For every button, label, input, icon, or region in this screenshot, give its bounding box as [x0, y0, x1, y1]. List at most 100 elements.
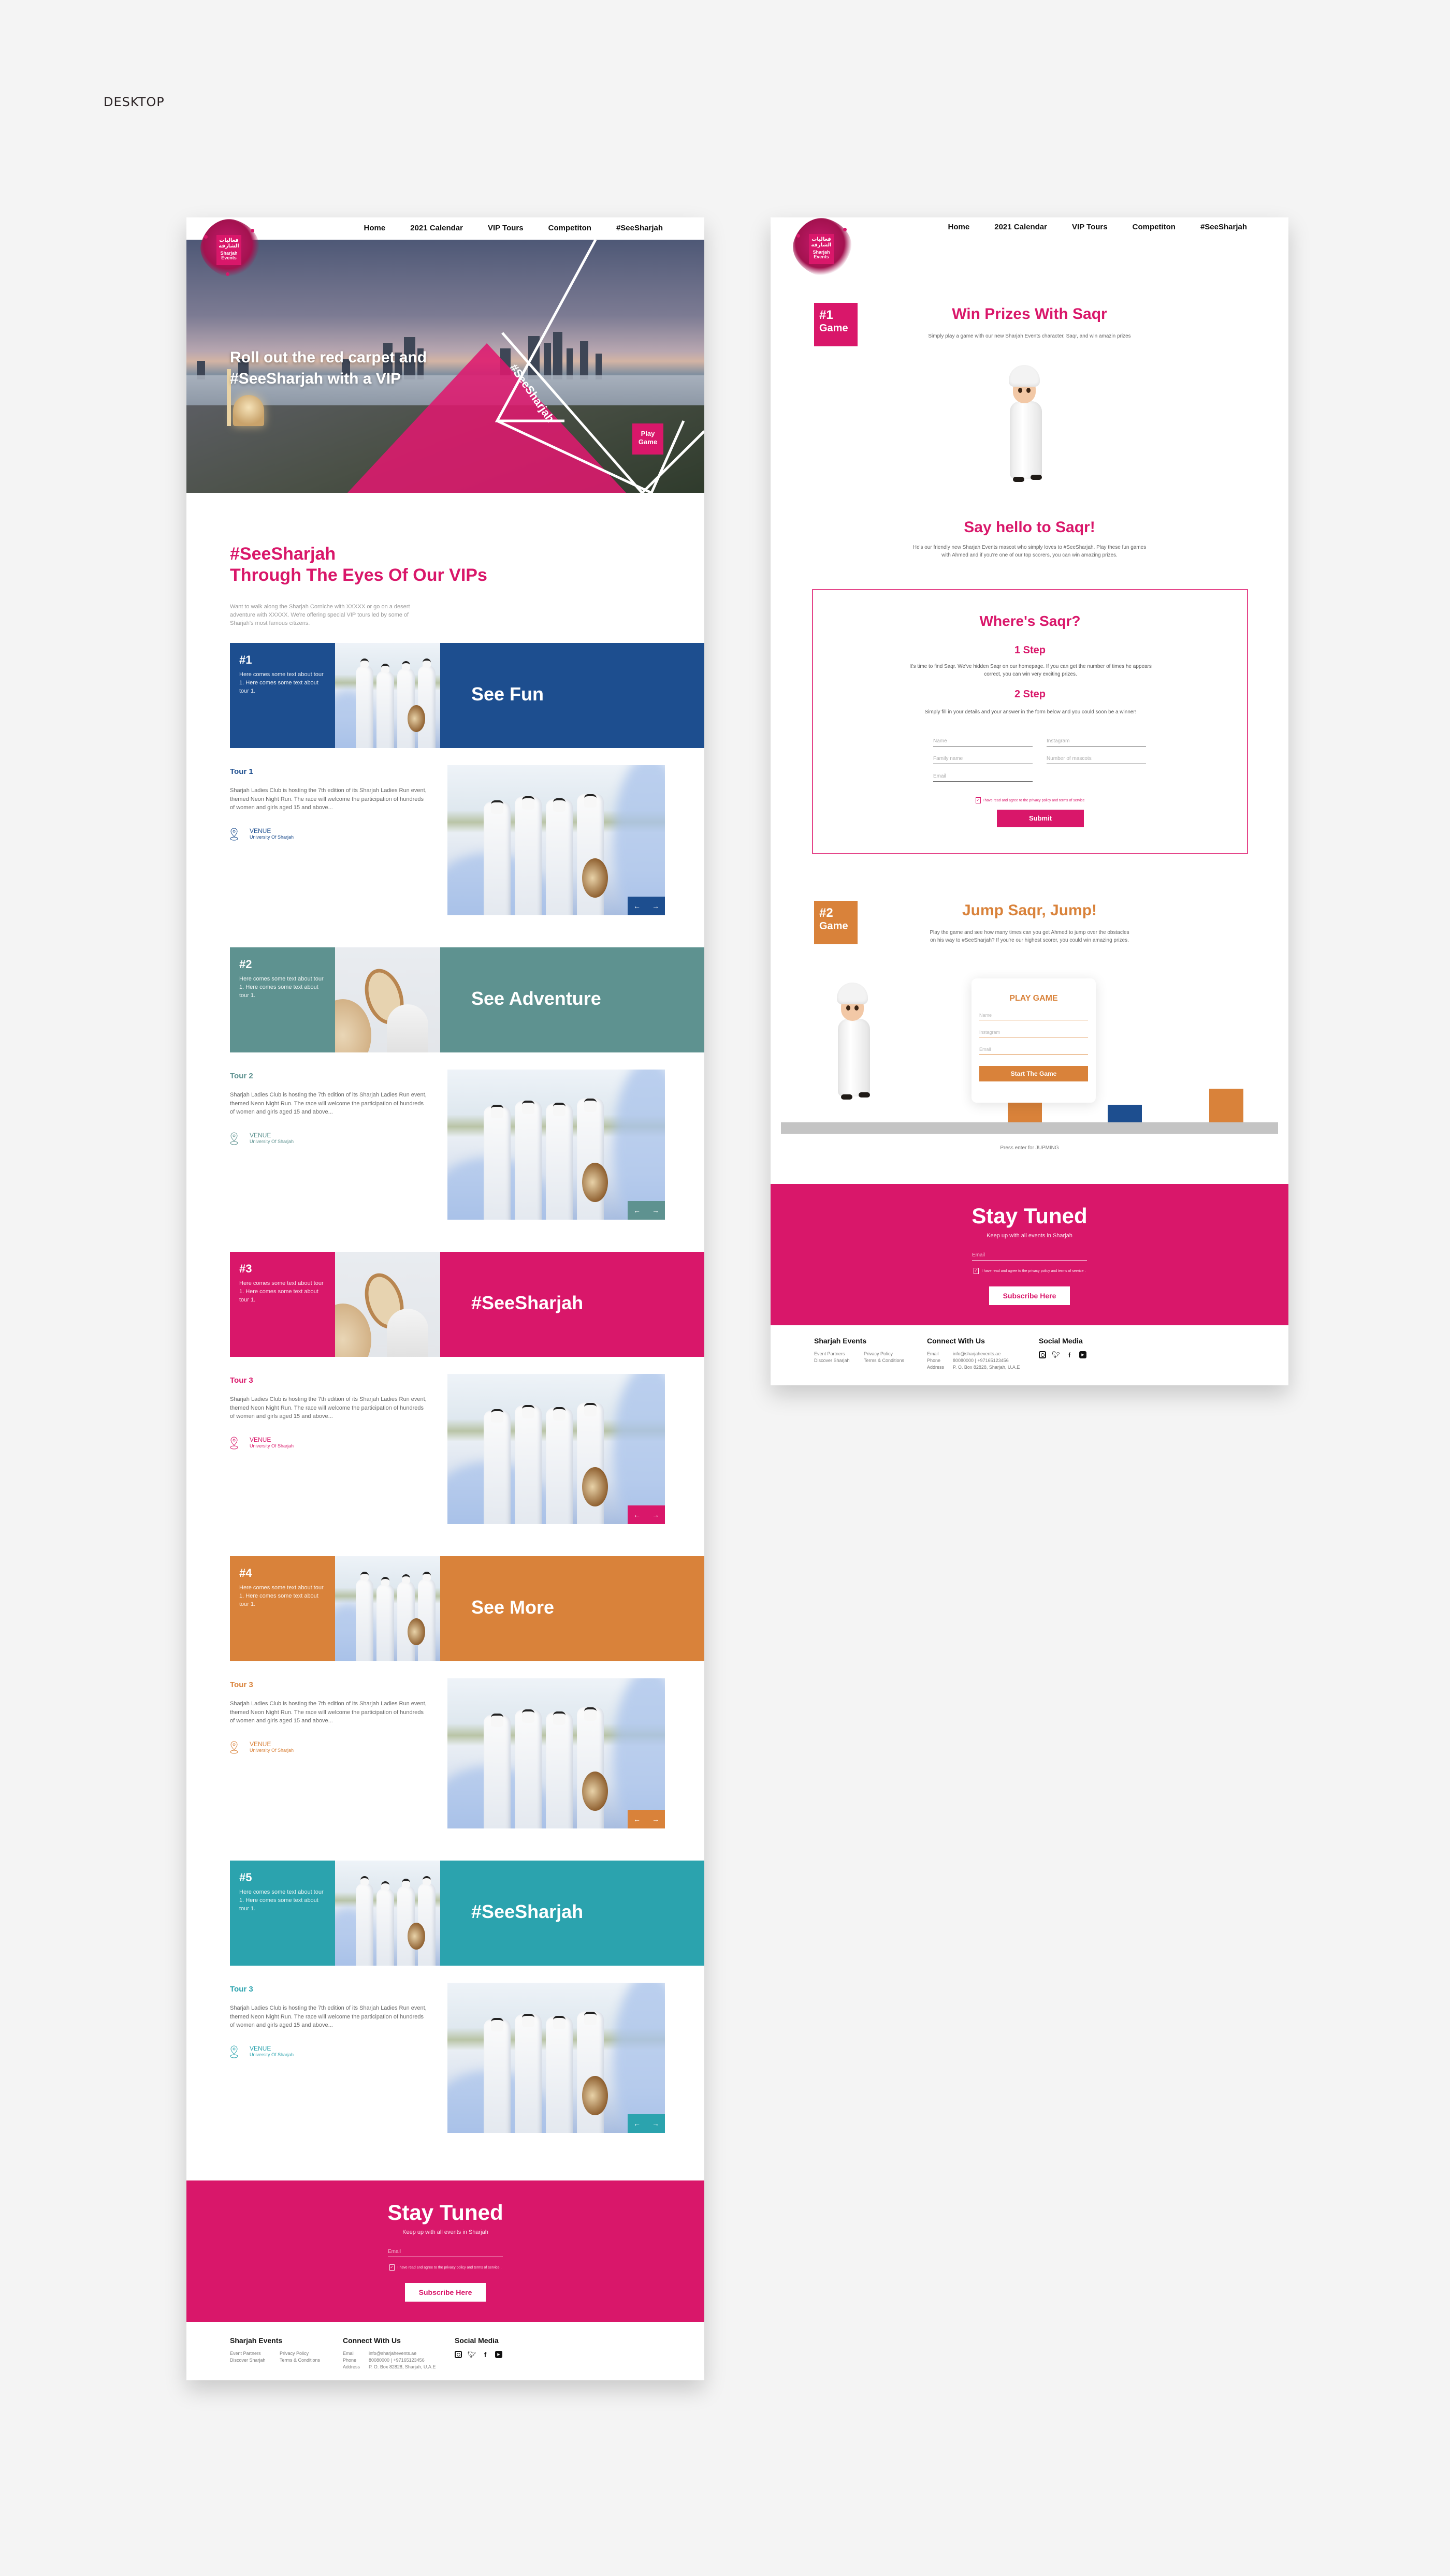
facebook-icon[interactable]: f	[482, 2351, 489, 2359]
photo-head	[553, 2016, 566, 2029]
nav-competition[interactable]: Competiton	[1133, 223, 1176, 231]
gallery-prev-arrow-icon[interactable]: ←	[633, 2119, 641, 2128]
mascot-sandal	[859, 1092, 870, 1097]
tour-banner[interactable]: #3 Here comes some text about tour 1. He…	[230, 1252, 704, 1357]
contact-email-label: Email	[343, 2351, 355, 2356]
mascot-ghutra	[1009, 365, 1040, 387]
tour-gallery: ← →	[447, 1678, 665, 1828]
contact-email-value[interactable]: info@sharjahevents.ae	[369, 2351, 462, 2356]
subscribe-email-input[interactable]	[388, 2247, 503, 2257]
twitter-icon[interactable]: 🐦︎	[468, 2350, 476, 2358]
tour-name: Tour 2	[230, 1072, 253, 1080]
step1-text: It's time to find Saqr. We've hidden Saq…	[909, 664, 1152, 677]
start-game-button[interactable]: Start The Game	[979, 1066, 1088, 1081]
submit-button[interactable]: Submit	[997, 810, 1084, 827]
gallery-prev-arrow-icon[interactable]: ←	[633, 902, 641, 910]
gallery-next-arrow-icon[interactable]: →	[652, 2119, 659, 2128]
footer-link-privacy-policy[interactable]: Privacy Policy	[864, 1351, 921, 1356]
tour-banner[interactable]: #2 Here comes some text about tour 1. He…	[230, 947, 704, 1052]
gallery-next-arrow-icon[interactable]: →	[652, 1206, 659, 1214]
sharjah-events-logo[interactable]: فعاليات الشارقة Sharjah Events	[193, 217, 266, 284]
game-email-input[interactable]	[979, 1045, 1088, 1055]
gallery-prev-arrow-icon[interactable]: ←	[633, 1511, 641, 1519]
footer-link-terms[interactable]: Terms & Conditions	[864, 1358, 921, 1363]
photo-figure	[484, 1715, 511, 1828]
mascot-ghutra	[837, 983, 868, 1004]
gallery-prev-arrow-icon[interactable]: ←	[633, 1206, 641, 1214]
privacy-checkbox[interactable]: ✓	[973, 1268, 979, 1274]
photo-figure	[515, 2014, 542, 2133]
subscribe-email-input[interactable]	[972, 1250, 1087, 1261]
subscribe-button[interactable]: Subscribe Here	[989, 1286, 1070, 1305]
photo-figure	[515, 1101, 542, 1220]
mascots-count-input[interactable]	[1047, 754, 1146, 764]
vip-tours-page: فعاليات الشارقة Sharjah Events Home 2021…	[186, 217, 704, 2380]
intro-title-line1: #SeeSharjah	[230, 544, 336, 564]
gallery-next-arrow-icon[interactable]: →	[652, 902, 659, 910]
venue-value: University Of Sharjah	[250, 1138, 294, 1144]
name-input[interactable]	[933, 736, 1033, 747]
nav-vip-tours[interactable]: VIP Tours	[1072, 223, 1108, 231]
footer-link-event-partners[interactable]: Event Partners	[230, 2351, 280, 2356]
gallery-next-arrow-icon[interactable]: →	[652, 1815, 659, 1823]
play-game-button[interactable]: Play Game	[632, 423, 663, 455]
subscribe-button[interactable]: Subscribe Here	[405, 2283, 486, 2302]
gallery-next-arrow-icon[interactable]: →	[652, 1511, 659, 1519]
contact-email-label: Email	[927, 1351, 939, 1356]
youtube-icon[interactable]: ▶	[1079, 1351, 1086, 1358]
footer-link-privacy-policy[interactable]: Privacy Policy	[280, 2351, 337, 2356]
tour-gallery: ← →	[447, 1983, 665, 2133]
tour-banner-headline-panel: See More	[440, 1556, 704, 1661]
nav-see-sharjah[interactable]: #SeeSharjah	[616, 224, 663, 232]
photo-performer	[387, 1004, 428, 1052]
tour-banner[interactable]: #5 Here comes some text about tour 1. He…	[230, 1861, 704, 1966]
photo-figure	[356, 1883, 373, 1966]
gallery-prev-arrow-icon[interactable]: ←	[633, 1815, 641, 1823]
logo-arabic: فعاليات الشارقة	[219, 238, 239, 249]
nav-home[interactable]: Home	[948, 223, 970, 231]
photo-head	[584, 1403, 597, 1416]
nav-home[interactable]: Home	[364, 224, 386, 232]
nav-calendar[interactable]: 2021 Calendar	[410, 224, 463, 232]
twitter-icon[interactable]: 🐦︎	[1052, 1351, 1061, 1358]
privacy-checkbox[interactable]: ✓	[975, 797, 981, 803]
logo-dot	[843, 228, 847, 231]
instagram-icon[interactable]	[1039, 1351, 1046, 1358]
footer-col2-title: Connect With Us	[927, 1337, 985, 1345]
nav-see-sharjah[interactable]: #SeeSharjah	[1200, 223, 1247, 231]
tour-blurb: Here comes some text about tour 1. Here …	[239, 1585, 324, 1607]
footer-link-event-partners[interactable]: Event Partners	[814, 1351, 864, 1356]
tour-description: Sharjah Ladies Club is hosting the 7th e…	[230, 1396, 427, 1419]
tour-headline: See More	[471, 1597, 555, 1618]
nav-vip-tours[interactable]: VIP Tours	[488, 224, 524, 232]
privacy-agreement: ✓ I have read and agree to the privacy p…	[771, 1268, 1288, 1274]
nav-competition[interactable]: Competiton	[548, 224, 591, 232]
tour-banner[interactable]: #1 Here comes some text about tour 1. He…	[230, 643, 704, 748]
photo-figure	[515, 796, 542, 915]
contact-email-value[interactable]: info@sharjahevents.ae	[953, 1351, 1046, 1356]
family-name-input[interactable]	[933, 754, 1033, 764]
footer-link-terms[interactable]: Terms & Conditions	[280, 2358, 337, 2363]
nav-calendar[interactable]: 2021 Calendar	[994, 223, 1047, 231]
game-name-input[interactable]	[979, 1011, 1088, 1020]
sharjah-events-logo[interactable]: فعاليات الشارقة Sharjah Events	[786, 217, 858, 283]
logo-badge: فعاليات الشارقة Sharjah Events	[809, 234, 834, 264]
game2-badge-label: Game	[819, 920, 848, 932]
logo-dot	[251, 229, 254, 232]
youtube-icon[interactable]: ▶	[495, 2351, 502, 2358]
footer-col-connect: Connect With Us Email info@sharjahevents…	[343, 2336, 462, 2369]
instagram-input[interactable]	[1047, 736, 1146, 747]
game-instagram-input[interactable]	[979, 1028, 1088, 1037]
contact-phone-label: Phone	[343, 2358, 357, 2363]
photo-figure	[376, 1584, 394, 1661]
email-input[interactable]	[933, 771, 1033, 782]
facebook-icon[interactable]: f	[1066, 1351, 1073, 1359]
tour-banner[interactable]: #4 Here comes some text about tour 1. He…	[230, 1556, 704, 1661]
tour-details: Tour 3 Sharjah Ladies Club is hosting th…	[230, 1376, 437, 1450]
photo-head	[584, 1099, 597, 1112]
footer: Sharjah Events Event Partners Privacy Po…	[186, 2322, 704, 2379]
instagram-icon[interactable]	[455, 2351, 462, 2358]
footer-link-discover-sharjah[interactable]: Discover Sharjah	[814, 1358, 864, 1363]
privacy-checkbox[interactable]: ✓	[389, 2264, 395, 2271]
footer-link-discover-sharjah[interactable]: Discover Sharjah	[230, 2358, 280, 2363]
